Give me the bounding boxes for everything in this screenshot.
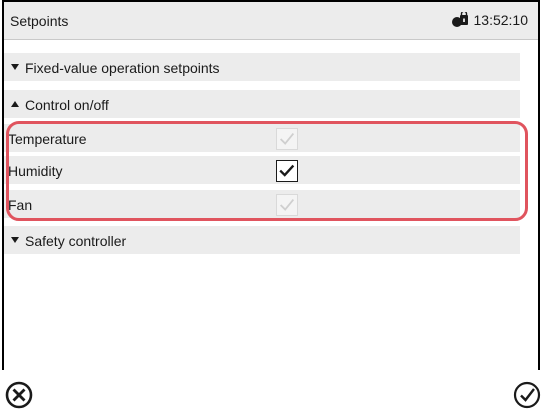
temperature-checkbox[interactable] (276, 128, 298, 150)
setpoints-list: Fixed-value operation setpoints Control … (4, 40, 538, 370)
item-fan: Fan (4, 190, 520, 219)
bottom-bar (0, 370, 544, 416)
item-temperature: Temperature (4, 124, 520, 153)
user-key-icon[interactable] (451, 12, 471, 28)
humidity-checkbox[interactable] (276, 160, 298, 182)
item-label: Fan (8, 197, 33, 213)
triangle-up-icon (11, 101, 19, 107)
section-label: Fixed-value operation setpoints (25, 60, 220, 76)
confirm-check-icon[interactable] (512, 380, 542, 410)
triangle-down-icon (11, 64, 19, 70)
clock-time: 13:52:10 (473, 12, 529, 28)
item-label: Humidity (8, 163, 63, 179)
section-fixed-value-setpoints[interactable]: Fixed-value operation setpoints (4, 53, 520, 82)
page-title: Setpoints (10, 13, 69, 29)
cancel-icon[interactable] (4, 380, 34, 410)
check-icon (279, 132, 295, 145)
status-area: 13:52:10 (451, 12, 529, 28)
check-icon (279, 198, 295, 211)
item-humidity: Humidity (4, 156, 520, 185)
section-label: Control on/off (25, 97, 109, 113)
section-safety-controller[interactable]: Safety controller (4, 226, 520, 255)
section-control-on-off[interactable]: Control on/off (4, 90, 520, 119)
title-bar: Setpoints 13:52:10 (4, 2, 538, 40)
item-label: Temperature (8, 131, 87, 147)
check-icon (279, 164, 295, 177)
fan-checkbox[interactable] (276, 194, 298, 216)
section-label: Safety controller (25, 233, 127, 249)
triangle-down-icon (11, 237, 19, 243)
setpoints-screen: Setpoints 13:52:10 Fixed-value operation… (0, 0, 544, 416)
